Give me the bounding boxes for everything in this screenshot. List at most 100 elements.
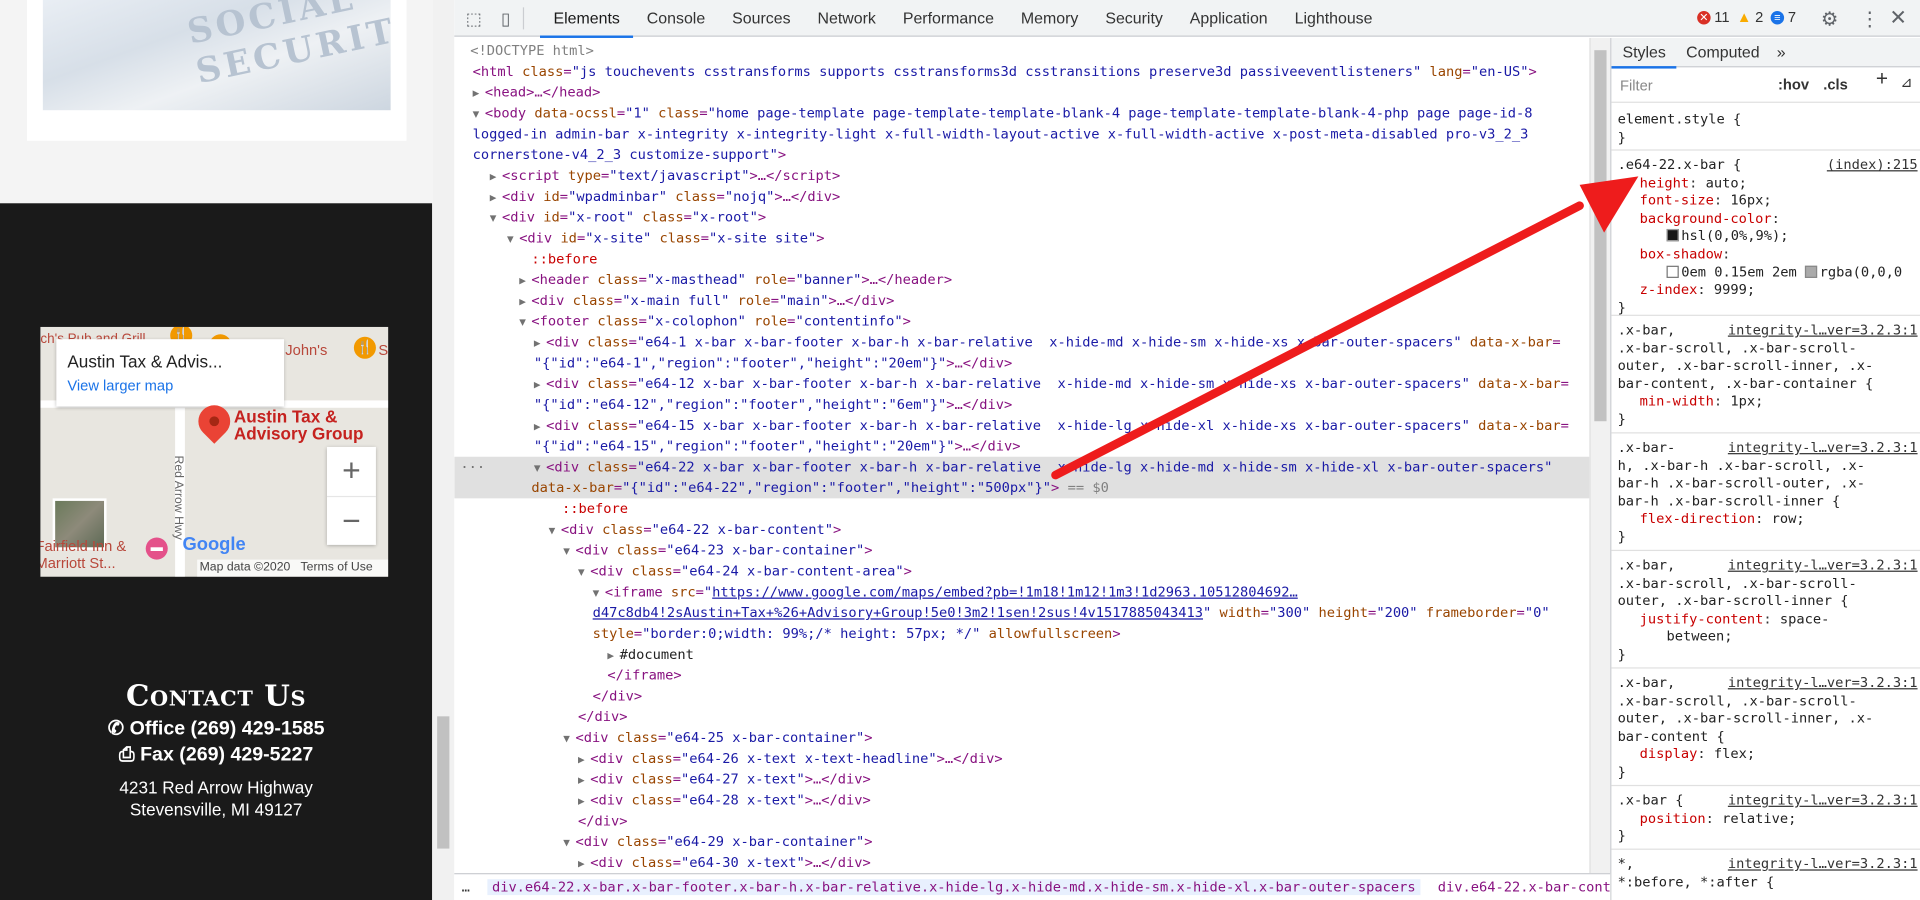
iframe-src-link[interactable]: d47c8db4!2sAustin+Tax+%26+Advisory+Group… — [593, 605, 1203, 621]
tab-sources[interactable]: Sources — [719, 0, 804, 37]
dom-line[interactable]: </iframe> — [607, 665, 681, 686]
style-property-value[interactable]: 0em 0.15em 2em rgba(0,0,0 — [1618, 264, 1914, 282]
iframe-src-link[interactable]: https://www.google.com/maps/embed?pb=!1m… — [712, 584, 1298, 600]
style-property[interactable]: justify-content: space- — [1618, 611, 1914, 629]
dom-line[interactable]: </div> — [578, 707, 627, 728]
map-poi-line: Fairfield Inn & — [40, 537, 127, 555]
style-property[interactable]: box-shadow: — [1618, 246, 1914, 264]
tab-security[interactable]: Security — [1092, 0, 1176, 37]
rule-source-link[interactable]: (index):215 — [1827, 157, 1918, 175]
rule-source-link[interactable]: integrity-l…ver=3.2.3:1 — [1728, 322, 1918, 340]
dom-scrollbar[interactable] — [1589, 37, 1611, 874]
issue-counters[interactable]: ✕ 11 ▲ 2 ≡ 7 — [1697, 9, 1796, 26]
dom-line[interactable]: ::before — [562, 498, 628, 519]
scrollbar-thumb[interactable] — [1594, 50, 1607, 422]
node-actions-icon[interactable]: ··· — [460, 457, 485, 478]
zoom-in-button[interactable]: + — [327, 447, 376, 496]
style-property[interactable]: font-size: 16px; — [1618, 192, 1914, 210]
kebab-menu-icon[interactable]: ⋮ — [1860, 7, 1880, 31]
tab-lighthouse[interactable]: Lighthouse — [1281, 0, 1386, 37]
property-value: auto; — [1705, 174, 1747, 191]
dom-line[interactable]: <html class="js touchevents csstransform… — [473, 61, 1537, 82]
attr-value: "contentinfo" — [795, 313, 903, 330]
close-icon[interactable]: ✕ — [1889, 6, 1906, 30]
gear-icon[interactable]: ⚙ — [1821, 7, 1839, 31]
breadcrumb-overflow[interactable]: … — [462, 879, 470, 895]
dom-line[interactable]: data-x-bar="{"id":"e64-22","region":"foo… — [531, 478, 1108, 499]
style-property[interactable]: height: auto; — [1618, 175, 1914, 193]
dom-line[interactable]: ▶ <div class="e64-30 x-text">…</div> — [578, 852, 871, 873]
zoom-out-button[interactable]: − — [326, 495, 376, 545]
dom-tree[interactable]: <!DOCTYPE html> <html class="js toucheve… — [454, 38, 1590, 873]
collapse-arrow-icon[interactable]: ▼ — [563, 834, 575, 855]
dom-line[interactable]: cornerstone-v4_2_3 customize-support"> — [473, 144, 786, 165]
dom-line[interactable]: ::before — [531, 249, 597, 270]
tab-computed[interactable]: Computed — [1675, 38, 1770, 67]
breadcrumb-item[interactable]: div.e64-22.x-bar.x-bar-footer.x-bar-h.x-… — [487, 879, 1421, 896]
dom-line[interactable]: style="border:0;width: 99%;/* height: 57… — [593, 623, 1121, 644]
dom-line[interactable]: </div> — [578, 811, 627, 832]
tab-styles[interactable]: Styles — [1611, 38, 1678, 69]
rule-source-link[interactable]: integrity-l…ver=3.2.3:1 — [1728, 856, 1918, 874]
page-scrollbar[interactable] — [432, 0, 455, 900]
rule-source-link[interactable]: integrity-l…ver=3.2.3:1 — [1728, 675, 1918, 693]
class-toggle-button[interactable]: .cls — [1823, 76, 1848, 94]
style-property[interactable]: z-index: 9999; — [1618, 282, 1914, 300]
rule-source-link[interactable]: integrity-l…ver=3.2.3:1 — [1728, 440, 1918, 458]
rule-selector: h, .x-bar-h .x-bar-scroll, .x- — [1617, 457, 1866, 474]
dom-line[interactable]: "{"id":"e64-15","region":"footer","heigh… — [534, 436, 1021, 457]
tab-performance[interactable]: Performance — [889, 0, 1007, 37]
tab-application[interactable]: Application — [1176, 0, 1281, 37]
attr-value: "banner" — [795, 271, 862, 288]
element-classes-icon[interactable]: ⊿ — [1900, 73, 1912, 91]
rule-source-link[interactable]: integrity-l…ver=3.2.3:1 — [1728, 557, 1918, 575]
new-rule-button[interactable]: + — [1876, 69, 1888, 89]
collapse-arrow-icon[interactable]: ▼ — [549, 522, 561, 543]
collapse-arrow-icon[interactable]: ▼ — [563, 542, 575, 563]
shadow-editor-icon[interactable] — [1666, 265, 1679, 278]
attr-value: "home page-template page-template-templa… — [707, 105, 1533, 122]
tab-network[interactable]: Network — [804, 0, 889, 37]
style-property-value[interactable]: hsl(0,0%,9%); — [1618, 228, 1914, 246]
dom-line[interactable]: </div> — [593, 686, 642, 707]
expand-arrow-icon[interactable]: ▶ — [578, 855, 590, 873]
style-property[interactable]: flex-direction: row; — [1618, 511, 1914, 529]
tab-console[interactable]: Console — [633, 0, 718, 37]
style-property[interactable]: display: flex; — [1618, 746, 1914, 764]
rule-close: } — [1617, 646, 1626, 663]
collapse-arrow-icon[interactable]: ▼ — [519, 313, 531, 334]
view-larger-map-link[interactable]: View larger map — [67, 377, 273, 394]
inspect-element-icon[interactable]: ⬚ — [464, 9, 484, 29]
tab-elements[interactable]: Elements — [540, 0, 634, 38]
style-property[interactable]: position: relative; — [1618, 810, 1914, 828]
filter-input[interactable]: Filter — [1620, 77, 1653, 95]
tab-memory[interactable]: Memory — [1007, 0, 1091, 37]
style-property[interactable]: background-color: — [1618, 210, 1914, 228]
social-security-card-image: SOCIAL SECURITY — [42, 0, 391, 111]
office-phone[interactable]: ✆ Office (269) 429-1585 — [0, 716, 432, 740]
rule-source-link[interactable]: integrity-l…ver=3.2.3:1 — [1728, 792, 1918, 810]
dom-line[interactable]: "{"id":"e64-12","region":"footer","heigh… — [534, 394, 1012, 415]
hover-state-button[interactable]: :hov — [1778, 76, 1809, 94]
dom-line[interactable]: <!DOCTYPE html> — [470, 40, 594, 61]
terms-of-use-link[interactable]: Terms of Use — [301, 561, 373, 574]
attr-value: "e64-27 x-text" — [680, 771, 805, 788]
more-tabs-icon[interactable]: » — [1766, 38, 1797, 67]
scrollbar-thumb[interactable] — [437, 716, 450, 849]
dom-line[interactable]: d47c8db4!2sAustin+Tax+%26+Advisory+Group… — [593, 602, 1550, 623]
collapse-arrow-icon[interactable]: ▼ — [490, 209, 502, 230]
dom-line[interactable]: logged-in admin-bar x-integrity x-integr… — [473, 124, 1529, 145]
dom-line[interactable]: "{"id":"e64-1","region":"footer","height… — [534, 353, 1012, 374]
attr-name: lang — [1429, 63, 1463, 80]
attr-value: "text/javascript" — [609, 167, 750, 184]
breadcrumb-item[interactable]: div.e64-22.x-bar-content — [1438, 879, 1611, 895]
selected-node-marker: == $0 — [1067, 480, 1109, 496]
device-toolbar-icon[interactable]: ▯ — [496, 9, 516, 29]
color-swatch[interactable] — [1666, 229, 1679, 242]
collapse-arrow-icon[interactable]: ▼ — [563, 730, 575, 751]
style-property[interactable]: min-width: 1px; — [1618, 394, 1914, 412]
embedded-map[interactable]: ch's Pub and Grill 🍴 ● John's 🍴 S Red Ar… — [40, 326, 389, 577]
collapse-arrow-icon[interactable]: ▼ — [507, 230, 519, 251]
collapse-arrow-icon[interactable]: ▼ — [578, 563, 590, 584]
color-swatch[interactable] — [1804, 265, 1818, 278]
